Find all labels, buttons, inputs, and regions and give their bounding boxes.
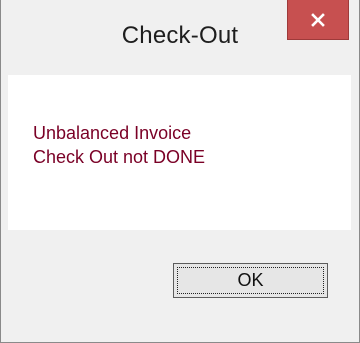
window-border (0, 0, 360, 343)
dialog-window: Check-Out Unbalanced Invoice Check Out n… (0, 0, 360, 343)
